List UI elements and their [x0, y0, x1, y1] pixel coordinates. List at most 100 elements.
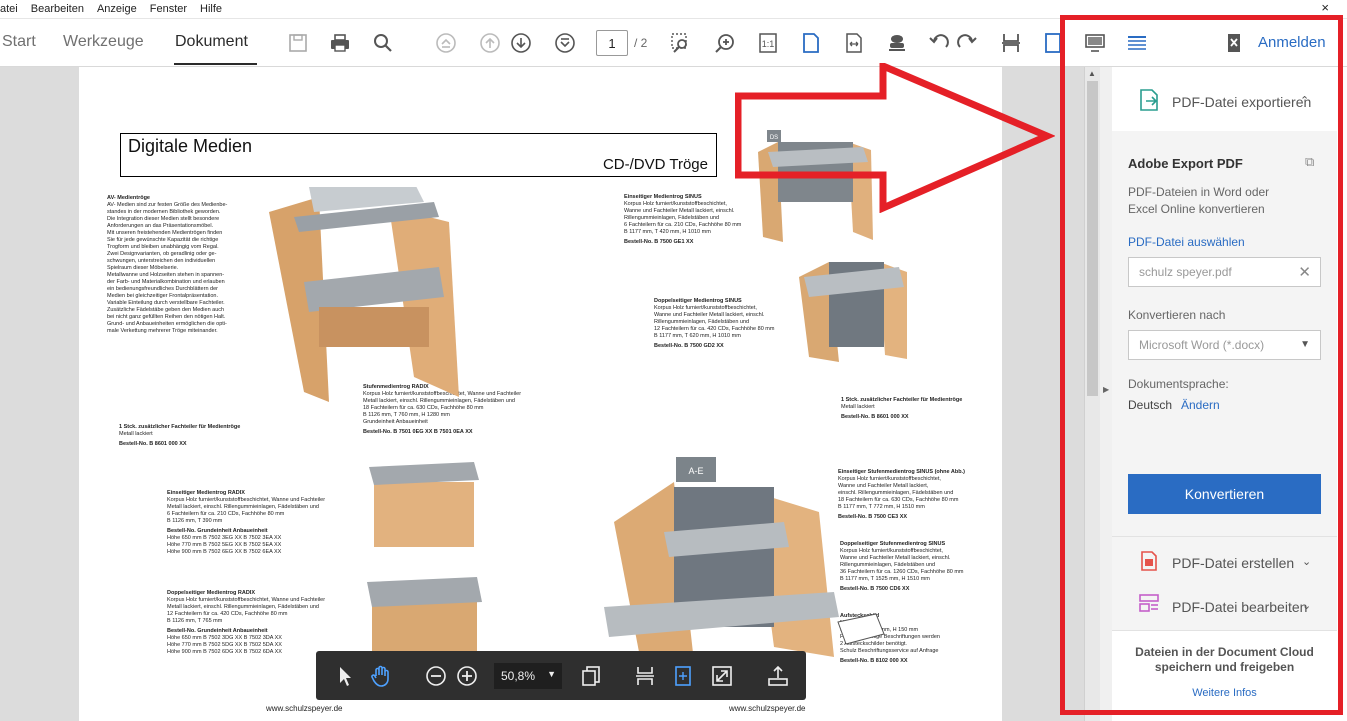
export-pdf-header[interactable]: PDF-Datei exportieren ⌃	[1112, 67, 1337, 131]
intro-line: Metallwanne und Holzseiten stehen in spa…	[107, 272, 225, 278]
product-block: Einseitiger Stufenmedientrog SINUS (ohne…	[838, 469, 965, 521]
share-icon[interactable]	[765, 663, 791, 689]
zoom-in-icon[interactable]	[712, 29, 738, 57]
tab-start[interactable]: Start	[2, 33, 36, 51]
document-subtitle: CD-/DVD Tröge	[602, 156, 708, 173]
product-line: B 1126 mm, T 765 mm	[167, 618, 223, 624]
close-doc-icon[interactable]	[1221, 29, 1247, 57]
page-total: / 2	[634, 36, 648, 50]
actual-size-icon[interactable]: 1:1	[755, 29, 781, 57]
fit-page-float-icon[interactable]	[670, 663, 696, 689]
product-line: Bestell-No. B 7500 CD6 XX	[840, 586, 910, 592]
rotate-left-icon[interactable]	[926, 29, 952, 57]
window-close-button[interactable]: ×	[1321, 0, 1329, 15]
change-language-link[interactable]: Ändern	[1181, 398, 1220, 412]
cloud-text-line1: Dateien in der Document Cloud	[1135, 645, 1314, 659]
stamp-icon[interactable]	[884, 29, 910, 57]
scroll-down-icon[interactable]	[552, 29, 578, 57]
product-line: Wanne und Fachteiler Metall lackiert,	[838, 483, 929, 489]
convert-to-label: Konvertieren nach	[1128, 308, 1226, 322]
tab-werkzeuge[interactable]: Werkzeuge	[63, 33, 144, 51]
export-desc-line2: Excel Online konvertieren	[1128, 202, 1265, 216]
cloud-text-line2: speichern und freigeben	[1154, 660, 1295, 674]
print-icon[interactable]	[327, 29, 353, 57]
product-line: Korpus Holz furniert/kunststoffbeschicht…	[167, 497, 326, 503]
chevron-down-icon-2: ⌄	[1302, 600, 1312, 612]
present-icon[interactable]	[1082, 29, 1108, 57]
rotate-right-icon[interactable]	[954, 29, 980, 57]
fullscreen-icon[interactable]	[709, 663, 735, 689]
product-line: Bestell-No. B 8601 000 XX	[841, 414, 909, 420]
document-scrollbar[interactable]: ▲	[1084, 67, 1100, 721]
doc-language-label: Dokumentsprache:	[1128, 377, 1229, 391]
more-info-link[interactable]: Weitere Infos	[1112, 687, 1337, 699]
svg-text:1:1: 1:1	[762, 39, 775, 49]
annotation-arrow	[735, 63, 1055, 213]
read-mode-icon[interactable]	[998, 29, 1024, 57]
furniture-radix-single-image	[369, 462, 479, 547]
product-title: 1 Stck. zusätzlicher Fachteiler für Medi…	[119, 424, 241, 430]
product-title: Einseitiger Medientrog RADIX	[167, 490, 245, 496]
fit-one-page-icon[interactable]	[632, 663, 658, 689]
clear-file-icon[interactable]: ✕	[1298, 263, 1311, 281]
product-line: Rillengummieinlagen, Fädelstäben und	[624, 215, 720, 221]
product-title: Doppelseitiger Medientrog SINUS	[654, 298, 742, 304]
zoom-level-select[interactable]: 50,8% ▼	[494, 663, 562, 689]
select-file-link[interactable]: PDF-Datei auswählen	[1128, 235, 1245, 249]
menu-fenster[interactable]: Fenster	[150, 3, 187, 15]
panel-splitter[interactable]: ▶	[1100, 67, 1112, 721]
scroll-up-icon[interactable]	[433, 29, 459, 57]
menu-anzeige[interactable]: Anzeige	[97, 3, 137, 15]
doc-language-value: Deutsch	[1128, 398, 1173, 412]
intro-line: Sie für jede gewünschte Kapazität die ri…	[107, 237, 219, 243]
hand-tool-icon[interactable]	[368, 663, 394, 689]
product-line: Höhe 770 mm B 7502 5DG XX B 7502 5DA XX	[167, 642, 282, 648]
product-line: Bestell-No. Grundeinheit Anbaueinheit	[167, 528, 268, 534]
page-number-input[interactable]: 1	[596, 30, 628, 56]
product-line: B 1177 mm, T 420 mm, H 1010 mm	[624, 229, 711, 235]
menu-hilfe[interactable]: Hilfe	[200, 3, 222, 15]
page-thumbnails-icon[interactable]	[578, 663, 604, 689]
product-line: Bestell-No. B 7501 0EG XX B 7501 0EA XX	[363, 429, 473, 435]
fit-page-icon[interactable]	[798, 29, 824, 57]
menu-bearbeiten[interactable]: Bearbeiten	[31, 3, 84, 15]
file-name-field[interactable]: schulz speyer.pdf ✕	[1128, 257, 1321, 287]
create-pdf-header[interactable]: PDF-Datei erstellen ⌄	[1112, 536, 1337, 580]
tools-panel: PDF-Datei exportieren ⌃ Adobe Export PDF…	[1112, 67, 1337, 721]
convert-button[interactable]: Konvertieren	[1128, 474, 1321, 514]
scrollbar-thumb[interactable]	[1087, 81, 1098, 396]
intro-line: bei nicht ganz gefüllten Reihen den nöti…	[107, 314, 226, 320]
tab-dokument[interactable]: Dokument	[175, 33, 248, 51]
select-tool-icon[interactable]	[332, 663, 358, 689]
product-block: Einseitiger Medientrog SINUS Korpus Holz …	[624, 194, 741, 246]
document-title-box: Digitale Medien CD-/DVD Tröge	[120, 133, 717, 177]
collapse-panel-icon[interactable]: ▶	[1103, 385, 1109, 394]
marquee-zoom-icon[interactable]	[668, 29, 694, 57]
menu-datei[interactable]: atei	[0, 3, 18, 15]
product-line: Korpus Holz furniert/kunststoffbeschicht…	[167, 597, 326, 603]
edit-pdf-header[interactable]: PDF-Datei bearbeiten ⌄	[1112, 580, 1337, 624]
product-line: Bestell-No. B 8102 000 XX	[840, 658, 908, 664]
page-view-icon[interactable]	[1040, 29, 1066, 57]
next-page-icon[interactable]	[508, 29, 534, 57]
dropdown-arrow-icon: ▼	[1300, 339, 1310, 350]
document-title: Digitale Medien	[128, 136, 253, 156]
product-line: 12 Fachteilern für ca. 420 CDs, Fachhöhe…	[654, 326, 775, 332]
menu-lines-icon[interactable]	[1124, 29, 1150, 57]
zoom-in-float-icon[interactable]	[454, 663, 480, 689]
product-line: Schulz Beschriftungsservice auf Anfrage	[840, 648, 939, 654]
product-line: Metall lackiert	[841, 404, 875, 410]
product-line: Korpus Holz furniert/kunststoffbeschicht…	[654, 305, 757, 311]
edit-pdf-icon	[1139, 594, 1159, 612]
sign-in-link[interactable]: Anmelden	[1258, 34, 1326, 51]
prev-page-icon[interactable]	[477, 29, 503, 57]
fit-width-icon[interactable]	[841, 29, 867, 57]
convert-format-select[interactable]: Microsoft Word (*.docx) ▼	[1128, 330, 1321, 360]
product-line: Höhe 770 mm B 7502 5EG XX B 7502 5EA XX	[167, 542, 282, 548]
intro-line: Mit unseren freistehenden Medientrögen f…	[107, 230, 223, 236]
zoom-out-icon[interactable]	[423, 663, 449, 689]
copy-icon[interactable]: ⧉	[1305, 154, 1314, 170]
scroll-up-arrow-icon[interactable]: ▲	[1088, 69, 1096, 78]
search-icon[interactable]	[370, 29, 396, 57]
save-icon[interactable]	[285, 29, 311, 57]
